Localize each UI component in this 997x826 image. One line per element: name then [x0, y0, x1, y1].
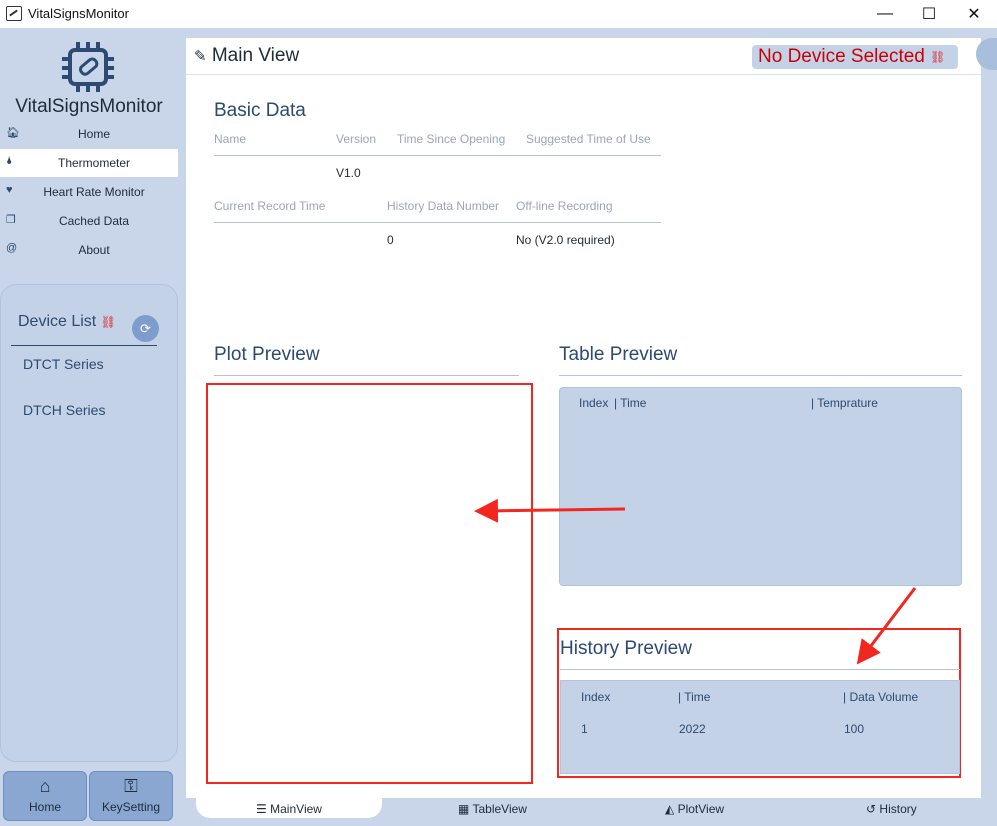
- brand-name: VitalSignsMonitor: [15, 96, 163, 117]
- device-series-dtch[interactable]: DTCH Series: [23, 402, 105, 418]
- home-icon: ⌂: [39, 776, 51, 796]
- device-list-label: Device List: [18, 313, 97, 330]
- broken-link-icon: ⛓: [930, 50, 946, 64]
- main-area: ✎ Main View No Device Selected ⛓ Basic D…: [186, 28, 997, 798]
- sidebar: VitalSignsMonitor 🏠︎ Home 🌢 Thermometer …: [0, 28, 186, 826]
- device-list-panel: Device List ⛓ ⟳ DTCT Series DTCH Series: [0, 284, 178, 762]
- home-button-label: Home: [28, 800, 61, 814]
- tab-label: History: [879, 802, 917, 816]
- nav-item-label: Cached Data: [58, 214, 130, 228]
- history-preview-panel: History Preview Index | Time | Data Volu…: [557, 628, 961, 778]
- device-series-dtct[interactable]: DTCT Series: [23, 356, 104, 372]
- device-status-badge: No Device Selected ⛓: [752, 45, 958, 69]
- tab-tableview[interactable]: ▦ TableView: [458, 802, 527, 816]
- history-icon: ↺: [866, 802, 877, 816]
- divider: [186, 74, 981, 75]
- tab-label: PlotView: [677, 802, 725, 816]
- nav-item-label: Heart Rate Monitor: [43, 185, 145, 199]
- plot-preview-title: Plot Preview: [214, 344, 320, 365]
- plot-preview-area: [206, 383, 533, 784]
- tab-plotview[interactable]: ◭ PlotView: [665, 802, 724, 816]
- tab-label: TableView: [472, 802, 527, 816]
- table-preview-title: Table Preview: [559, 344, 678, 365]
- nav-item-home[interactable]: 🏠︎ Home: [0, 120, 178, 148]
- cell-index: 1: [581, 722, 588, 736]
- divider: [559, 375, 962, 376]
- nav-item-about[interactable]: @ About: [0, 236, 178, 264]
- main-view-header: ✎ Main View: [194, 45, 299, 67]
- history-preview-title: History Preview: [560, 638, 692, 659]
- divider: [214, 155, 661, 156]
- label-current-record-time: Current Record Time: [214, 199, 326, 213]
- broken-link-icon: ⛓: [100, 315, 116, 329]
- key-icon: ⚿: [124, 776, 138, 796]
- column-header: | Data Volume: [843, 690, 919, 704]
- table-icon: ▦: [458, 802, 470, 816]
- cell-data-volume: 100: [844, 722, 865, 736]
- label-suggested-time: Suggested Time of Use: [526, 132, 651, 146]
- home-button[interactable]: ⌂ Home: [3, 771, 87, 821]
- paperclip-icon: ✎: [194, 48, 207, 65]
- divider: [560, 669, 960, 670]
- value-history-data-number: 0: [387, 233, 394, 247]
- column-header: | Temprature: [811, 396, 878, 410]
- cell-time: 2022: [679, 722, 706, 736]
- basic-data-title: Basic Data: [214, 100, 306, 121]
- bottom-tab-bar: ☰ MainView ▦ TableView ◭ PlotView ↺ Hist…: [186, 798, 997, 826]
- nav-item-label: Home: [77, 127, 110, 141]
- tab-mainview[interactable]: ☰ MainView: [196, 798, 382, 818]
- divider: [11, 345, 157, 346]
- nav-item-label: Thermometer: [57, 156, 131, 170]
- nav-item-label: About: [78, 243, 110, 257]
- column-header: | Time: [614, 396, 647, 410]
- page-title: Main View: [211, 45, 300, 66]
- label-version: Version: [336, 132, 377, 146]
- maximize-button[interactable]: ☐: [906, 0, 952, 28]
- keysetting-button-label: KeySetting: [101, 800, 161, 814]
- area-chart-icon: ◭: [665, 802, 675, 816]
- tab-label: MainView: [270, 802, 322, 816]
- refresh-button[interactable]: ⟳: [132, 315, 159, 342]
- label-offline-recording: Off-line Recording: [516, 199, 613, 213]
- list-icon: ☰: [256, 802, 267, 816]
- close-button[interactable]: ✕: [951, 0, 997, 28]
- nav-item-heart-rate-monitor[interactable]: ♥ Heart Rate Monitor: [0, 178, 178, 206]
- column-header: Index: [579, 396, 609, 410]
- keysetting-button[interactable]: ⚿ KeySetting: [89, 771, 173, 821]
- label-history-data-number: History Data Number: [387, 199, 500, 213]
- value-offline-recording: No (V2.0 required): [516, 233, 615, 247]
- status-text: No Device Selected: [758, 46, 925, 67]
- app-icon: [6, 6, 22, 21]
- label-time-since-opening: Time Since Opening: [397, 132, 506, 146]
- label-name: Name: [214, 132, 247, 146]
- table-preview-grid: Index | Time | Temprature: [559, 387, 962, 586]
- divider: [214, 375, 519, 376]
- chip-logo-icon: [62, 42, 114, 92]
- refresh-icon: ⟳: [140, 320, 151, 336]
- nav-item-thermometer[interactable]: 🌢 Thermometer: [0, 149, 178, 177]
- window-title: VitalSignsMonitor: [28, 6, 129, 21]
- main-view-panel: ✎ Main View No Device Selected ⛓ Basic D…: [186, 38, 981, 798]
- column-header: Index: [581, 690, 611, 704]
- nav-item-cached-data[interactable]: ❐ Cached Data: [0, 207, 178, 235]
- title-bar: VitalSignsMonitor — ☐ ✕: [0, 0, 997, 28]
- history-preview-grid: Index | Time | Data Volume 1 2022 100: [560, 680, 960, 774]
- minimize-button[interactable]: —: [862, 0, 908, 28]
- value-version: V1.0: [336, 166, 361, 180]
- tab-history[interactable]: ↺ History: [866, 802, 917, 816]
- divider: [214, 222, 661, 223]
- device-list-title: Device List ⛓: [18, 313, 116, 331]
- column-header: | Time: [678, 690, 711, 704]
